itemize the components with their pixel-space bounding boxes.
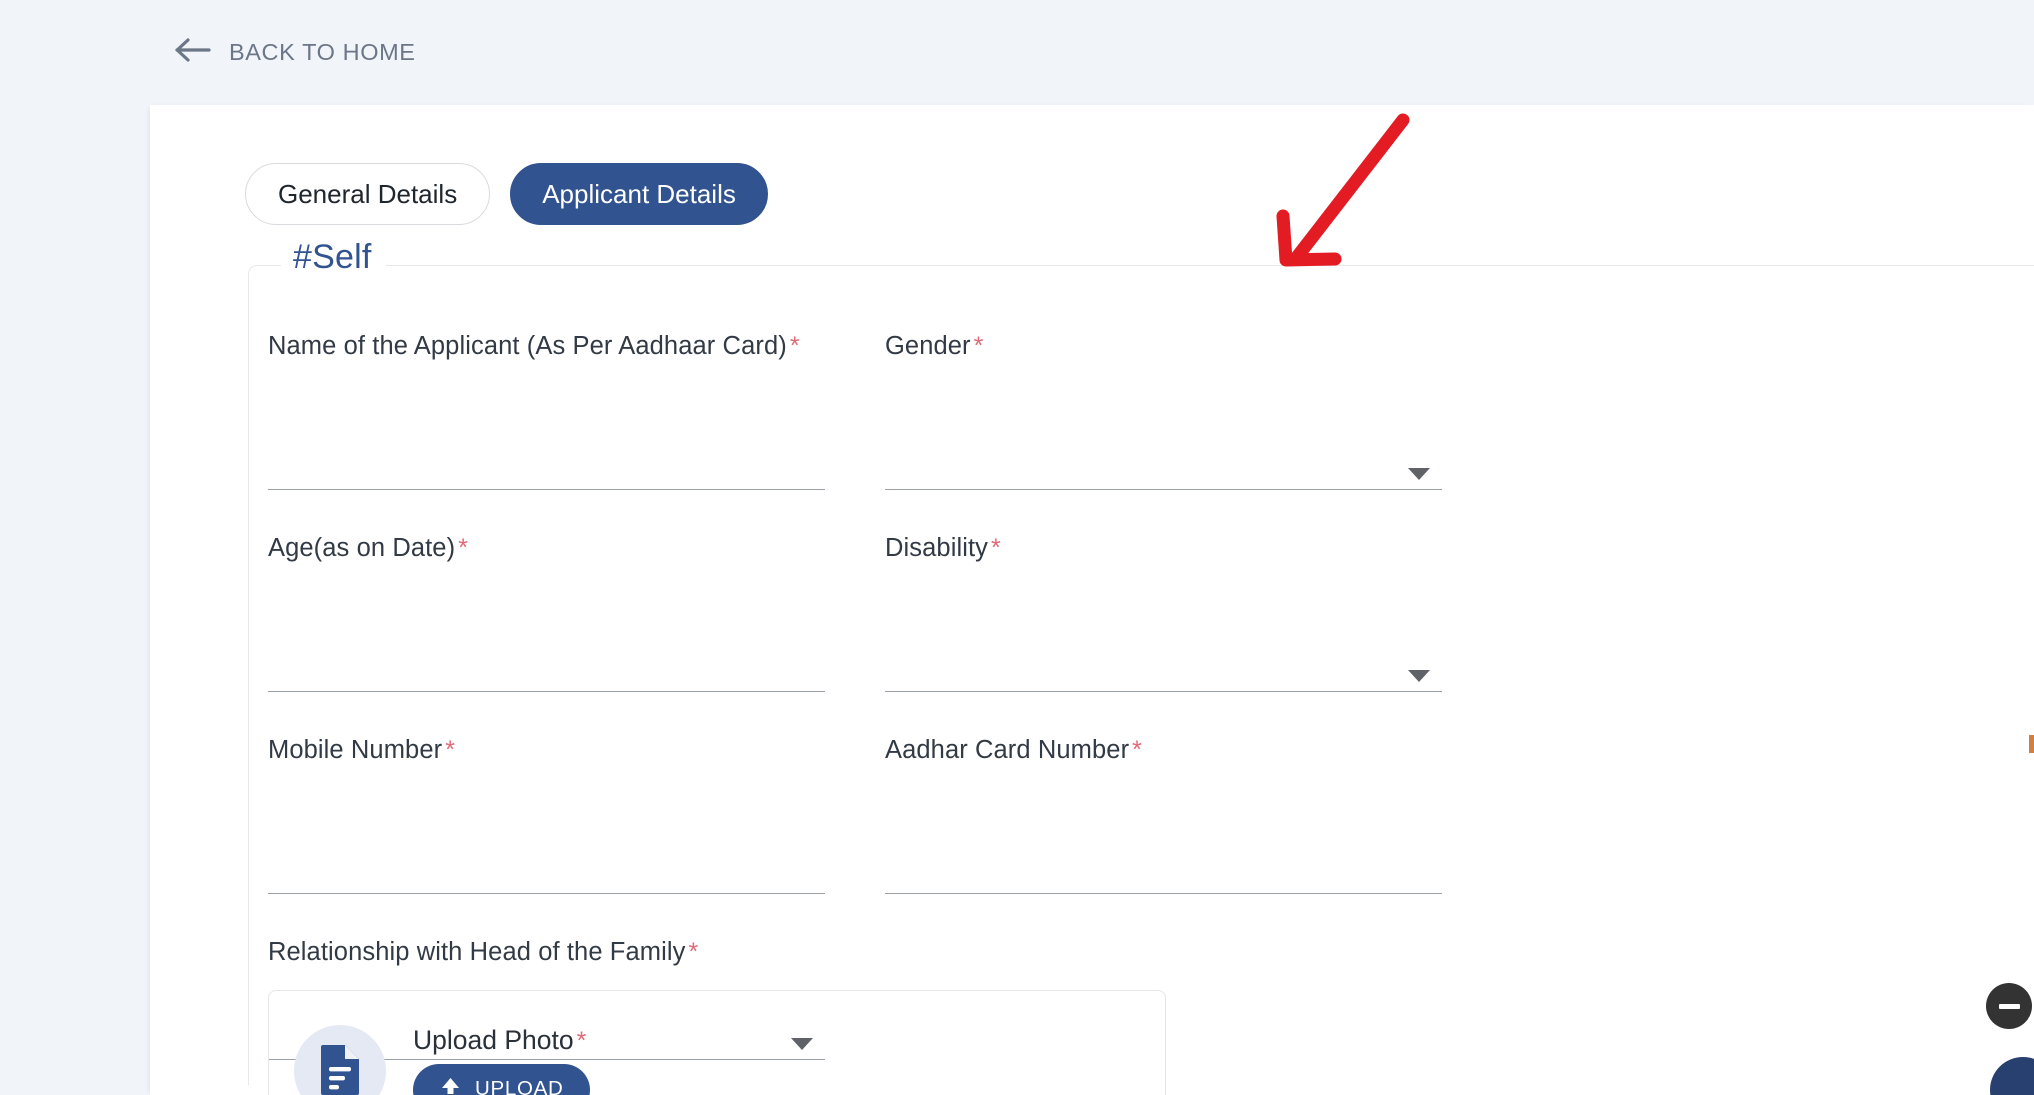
upload-photo-title: Upload Photo * — [413, 1024, 587, 1055]
field-relationship-head-family-label: Relationship with Head of the Family * — [268, 938, 699, 966]
tab-applicant-details[interactable]: Applicant Details — [510, 163, 768, 225]
field-applicant-name-label: Name of the Applicant (As Per Aadhaar Ca… — [268, 332, 800, 360]
avatar — [294, 1025, 386, 1095]
text-caret — [2029, 735, 2034, 753]
field-aadhar-card-number-label: Aadhar Card Number * — [885, 736, 1143, 764]
upload-icon — [439, 1076, 462, 1095]
top-bar: BACK TO HOME — [0, 0, 2034, 105]
required-asterisk: * — [688, 938, 699, 966]
field-age-label: Age(as on Date) * — [268, 534, 469, 562]
input-applicant-name[interactable] — [268, 444, 825, 490]
upload-button[interactable]: UPLOAD — [413, 1063, 590, 1095]
field-mobile-number-label: Mobile Number * — [268, 736, 456, 764]
field-disability-label: Disability * — [885, 534, 1001, 562]
field-disability: Disability * — [885, 522, 1502, 724]
input-age[interactable] — [268, 646, 825, 692]
required-asterisk: * — [1132, 736, 1143, 764]
applicant-fields-grid: Name of the Applicant (As Per Aadhaar Ca… — [268, 320, 2034, 1092]
tab-general-details-label: General Details — [278, 179, 458, 209]
content-card: General Details Applicant Details #Self … — [150, 105, 2034, 1095]
arrow-left-icon — [174, 35, 212, 70]
select-gender[interactable] — [885, 444, 1442, 490]
required-asterisk: * — [973, 332, 984, 360]
required-asterisk: * — [789, 332, 800, 360]
tab-strip: General Details Applicant Details — [245, 163, 768, 225]
input-aadhar-card-number[interactable] — [885, 848, 1442, 894]
back-to-home-button[interactable]: BACK TO HOME — [174, 35, 416, 70]
back-to-home-label: BACK TO HOME — [229, 39, 416, 65]
tab-applicant-details-label: Applicant Details — [542, 179, 736, 209]
chevron-down-icon — [1408, 468, 1430, 480]
required-asterisk: * — [576, 1026, 587, 1055]
upload-photo-content: Upload Photo * UPLOAD — [413, 1024, 590, 1095]
field-gender-label: Gender * — [885, 332, 984, 360]
field-aadhar-card-number: Aadhar Card Number * — [885, 724, 1502, 926]
required-asterisk: * — [991, 534, 1001, 562]
document-icon — [319, 1043, 361, 1095]
self-section: #Self Name of the Applicant (As Per Aadh… — [248, 240, 2034, 1095]
self-section-legend: #Self — [281, 240, 386, 274]
minus-circle-icon — [1998, 1003, 2020, 1009]
chevron-down-icon — [1408, 670, 1430, 682]
upload-photo-card: Upload Photo * UPLOAD — [268, 990, 1166, 1095]
select-disability[interactable] — [885, 646, 1442, 692]
remove-member-button[interactable] — [1986, 983, 2032, 1029]
application-form-page: BACK TO HOME General Details Applicant D… — [0, 0, 2034, 1095]
input-mobile-number[interactable] — [268, 848, 825, 894]
upload-button-label: UPLOAD — [475, 1077, 564, 1095]
field-gender: Gender * — [885, 320, 1502, 522]
field-age: Age(as on Date) * — [268, 522, 885, 724]
field-applicant-name: Name of the Applicant (As Per Aadhaar Ca… — [268, 320, 885, 522]
field-mobile-number: Mobile Number * — [268, 724, 885, 926]
required-asterisk: * — [445, 736, 456, 764]
tab-general-details[interactable]: General Details — [245, 163, 491, 225]
required-asterisk: * — [458, 534, 469, 562]
